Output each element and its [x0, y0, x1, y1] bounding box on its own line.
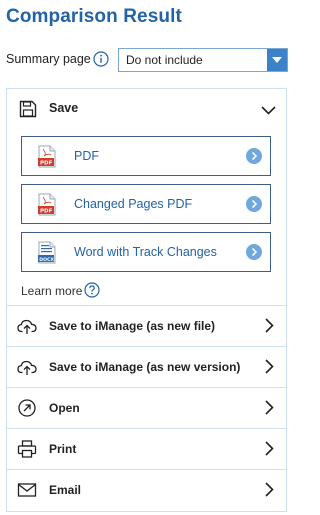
summary-page-selected-value: Do not include — [126, 53, 203, 67]
save-section-label: Save — [49, 101, 79, 115]
save-changed-pages-pdf-button[interactable]: PDF Changed Pages PDF — [21, 184, 271, 224]
email-row[interactable]: Email — [7, 470, 286, 510]
page-title: Comparison Result — [6, 6, 182, 27]
envelope-icon — [17, 480, 37, 500]
save-changed-pages-pdf-label: Changed Pages PDF — [74, 197, 193, 211]
save-word-track-changes-label: Word with Track Changes — [74, 245, 217, 259]
printer-icon — [17, 439, 37, 459]
chevron-right-icon — [265, 482, 274, 502]
dropdown-button[interactable] — [267, 49, 287, 71]
open-label: Open — [49, 401, 80, 415]
svg-text:PDF: PDF — [40, 209, 53, 215]
arrow-right-circle-icon — [246, 244, 262, 260]
save-imanage-new-version-label: Save to iManage (as new version) — [49, 360, 241, 374]
save-imanage-new-file-row[interactable]: Save to iManage (as new file) — [7, 306, 286, 346]
open-external-icon — [17, 398, 37, 418]
save-pdf-button[interactable]: PDF PDF — [21, 136, 271, 176]
save-section-header[interactable]: Save — [7, 89, 286, 129]
save-imanage-new-version-row[interactable]: Save to iManage (as new version) — [7, 347, 286, 387]
pdf-file-icon: PDF — [38, 145, 56, 168]
save-disk-icon — [19, 100, 37, 123]
svg-text:DOCX: DOCX — [39, 257, 54, 263]
chevron-right-icon — [265, 359, 274, 379]
summary-page-row: Summary page Do not include — [6, 48, 288, 72]
chevron-right-icon — [265, 318, 274, 338]
summary-page-label: Summary page — [6, 52, 91, 66]
learn-more-label[interactable]: Learn more — [21, 284, 82, 298]
arrow-right-circle-icon — [246, 196, 262, 212]
chevron-right-icon — [265, 441, 274, 461]
arrow-right-circle-icon — [246, 148, 262, 164]
save-pdf-label: PDF — [74, 149, 99, 163]
open-row[interactable]: Open — [7, 388, 286, 428]
chevron-up-down-icon[interactable] — [261, 102, 276, 120]
save-imanage-new-file-label: Save to iManage (as new file) — [49, 319, 216, 333]
chevron-right-icon — [265, 400, 274, 420]
help-icon[interactable] — [84, 282, 100, 298]
docx-file-icon: DOCX — [38, 241, 56, 264]
export-panel: Save PDF PDF PDF Changed Pages PDF DOCX … — [6, 88, 287, 512]
cloud-upload-icon — [17, 357, 37, 377]
svg-text:PDF: PDF — [40, 161, 53, 167]
print-row[interactable]: Print — [7, 429, 286, 469]
info-icon[interactable] — [93, 51, 109, 67]
cloud-upload-icon — [17, 316, 37, 336]
pdf-file-icon: PDF — [38, 193, 56, 216]
print-label: Print — [49, 442, 77, 456]
chevron-down-icon — [272, 57, 282, 63]
email-label: Email — [49, 483, 82, 497]
save-word-track-changes-button[interactable]: DOCX Word with Track Changes — [21, 232, 271, 272]
summary-page-select[interactable]: Do not include — [118, 48, 288, 72]
